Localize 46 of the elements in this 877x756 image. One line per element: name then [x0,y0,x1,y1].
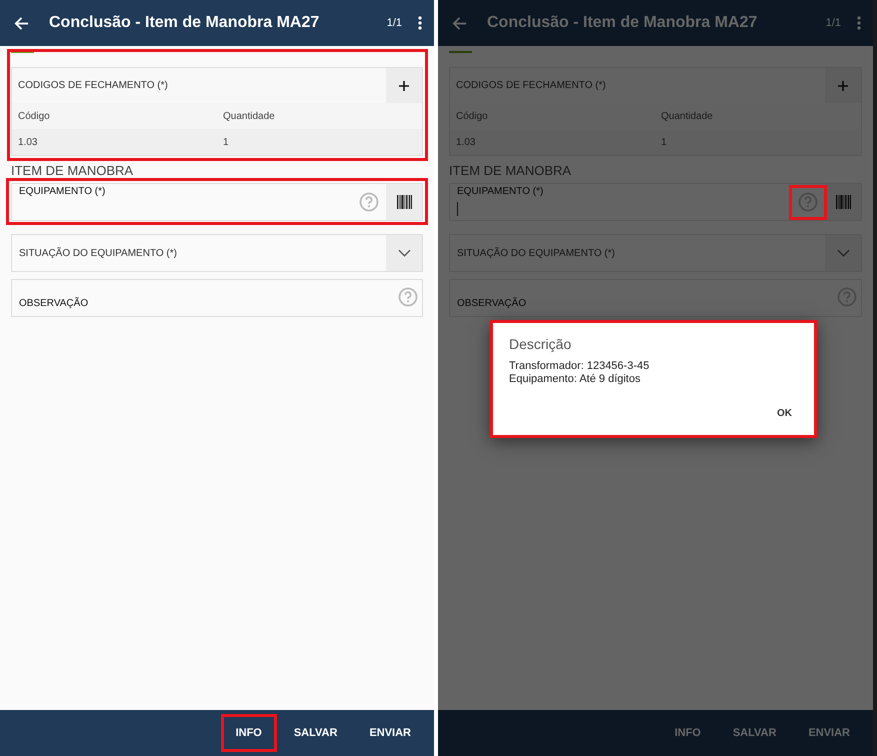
action-button[interactable]: ENVIAR [354,714,426,752]
plus-icon [838,80,848,90]
select-label: SITUAÇÃO DO EQUIPAMENTO (*) [456,248,616,258]
field-label: EQUIPAMENTO (*) [18,185,106,197]
column-header: Quantidade [660,110,714,122]
field-label: EQUIPAMENTO (*) [456,185,544,197]
add-button[interactable] [386,68,422,103]
select-label: SITUAÇÃO DO EQUIPAMENTO (*) [18,248,178,258]
barcode-button[interactable] [386,184,422,220]
card-title: CODIGOS DE FECHAMENTO (*) [17,80,169,91]
situation-select[interactable]: SITUAÇÃO DO EQUIPAMENTO (*) [11,234,423,272]
dialog-text: Equipamento: Até 9 dígitos [509,373,642,386]
more-menu-icon[interactable] [418,16,422,30]
back-arrow-icon[interactable] [14,16,29,30]
screen-title: Conclusão - Item de Manobra MA27 [487,14,758,32]
add-button[interactable] [825,68,861,103]
barcode-icon [396,195,412,209]
column-header: Código [17,110,51,122]
section-title: ITEM DE MANOBRA [11,164,134,178]
table-cell-text: 1 [222,136,230,148]
table-cell-text: 1 [660,136,668,148]
page-counter: 1/1 [826,17,841,29]
screen-title: Conclusão - Item de Manobra MA27 [49,14,320,32]
plus-icon [399,80,409,90]
observation-field[interactable]: OBSERVAÇÃO [11,279,423,317]
table-cell-text: 1.03 [17,136,38,148]
column-header: Quantidade [222,110,276,122]
dialog-text: Transformador: 123456-3-45 [509,360,650,373]
column-header: Código [455,110,489,122]
help-icon[interactable] [359,192,379,212]
barcode-icon [836,195,850,209]
card-title: CODIGOS DE FECHAMENTO (*) [455,80,607,91]
chevron-down-icon [398,249,410,257]
action-button[interactable]: SALVAR [278,714,352,752]
help-icon[interactable] [398,287,418,307]
chevron-down-icon [836,249,850,257]
page-counter: 1/1 [386,17,402,29]
dialog-title: Descrição [509,336,572,352]
equipment-field[interactable]: EQUIPAMENTO (*) [11,183,423,221]
section-title: ITEM DE MANOBRA [449,164,572,178]
table-cell-text: 1.03 [455,136,476,148]
action-button[interactable]: INFO [220,714,277,752]
ok-button[interactable]: OK [765,404,804,423]
field-label: OBSERVAÇÃO [456,296,528,311]
field-label: OBSERVAÇÃO [18,296,90,311]
tab-indicator [449,51,472,53]
